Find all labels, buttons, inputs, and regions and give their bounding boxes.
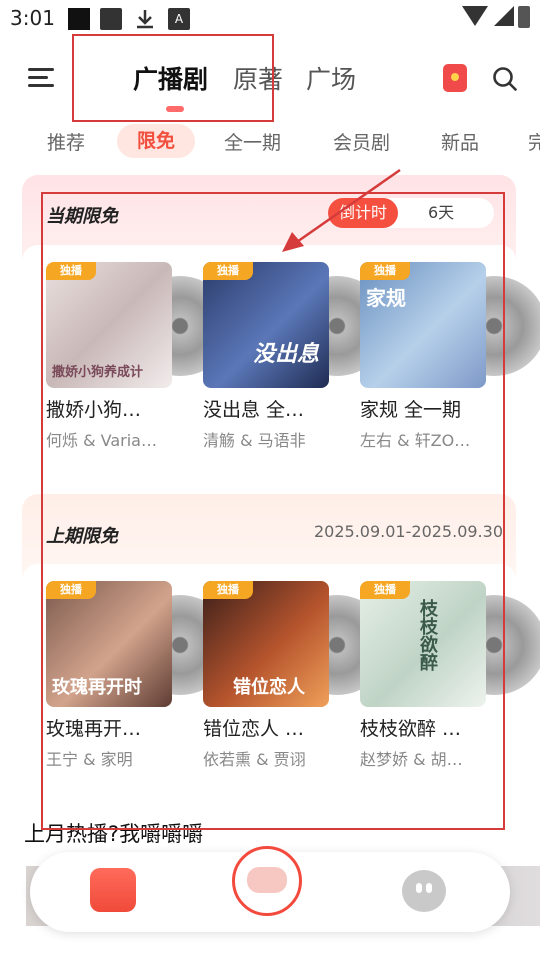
download-icon	[137, 10, 153, 29]
highlight-box-tabs	[72, 34, 274, 122]
search-icon[interactable]	[492, 66, 518, 92]
app-notification-icon	[68, 8, 90, 30]
battery-icon	[518, 6, 530, 28]
subtab-limited-free[interactable]: 限免	[117, 124, 195, 158]
profile-face-icon[interactable]	[402, 870, 446, 912]
annotation-arrow-icon	[282, 168, 401, 252]
status-time: 3:01	[10, 6, 55, 30]
highlight-box-free-sections	[41, 192, 505, 830]
subtab-full-episode[interactable]: 全一期	[224, 128, 281, 155]
subtab-recommend[interactable]: 推荐	[47, 128, 85, 155]
subtab-completed[interactable]: 完	[528, 128, 540, 155]
subtab-member-drama[interactable]: 会员剧	[333, 128, 390, 155]
menu-icon[interactable]	[28, 68, 54, 88]
image-notification-icon	[100, 8, 122, 30]
wifi-icon	[462, 6, 488, 26]
tab-plaza[interactable]: 广场	[306, 60, 356, 96]
font-notification-icon: A	[168, 8, 190, 30]
red-packet-icon[interactable]	[443, 64, 467, 92]
subtab-new[interactable]: 新品	[441, 128, 479, 155]
mascot-icon[interactable]	[232, 846, 302, 916]
signal-icon	[494, 6, 514, 26]
shop-bag-icon[interactable]	[90, 868, 136, 912]
